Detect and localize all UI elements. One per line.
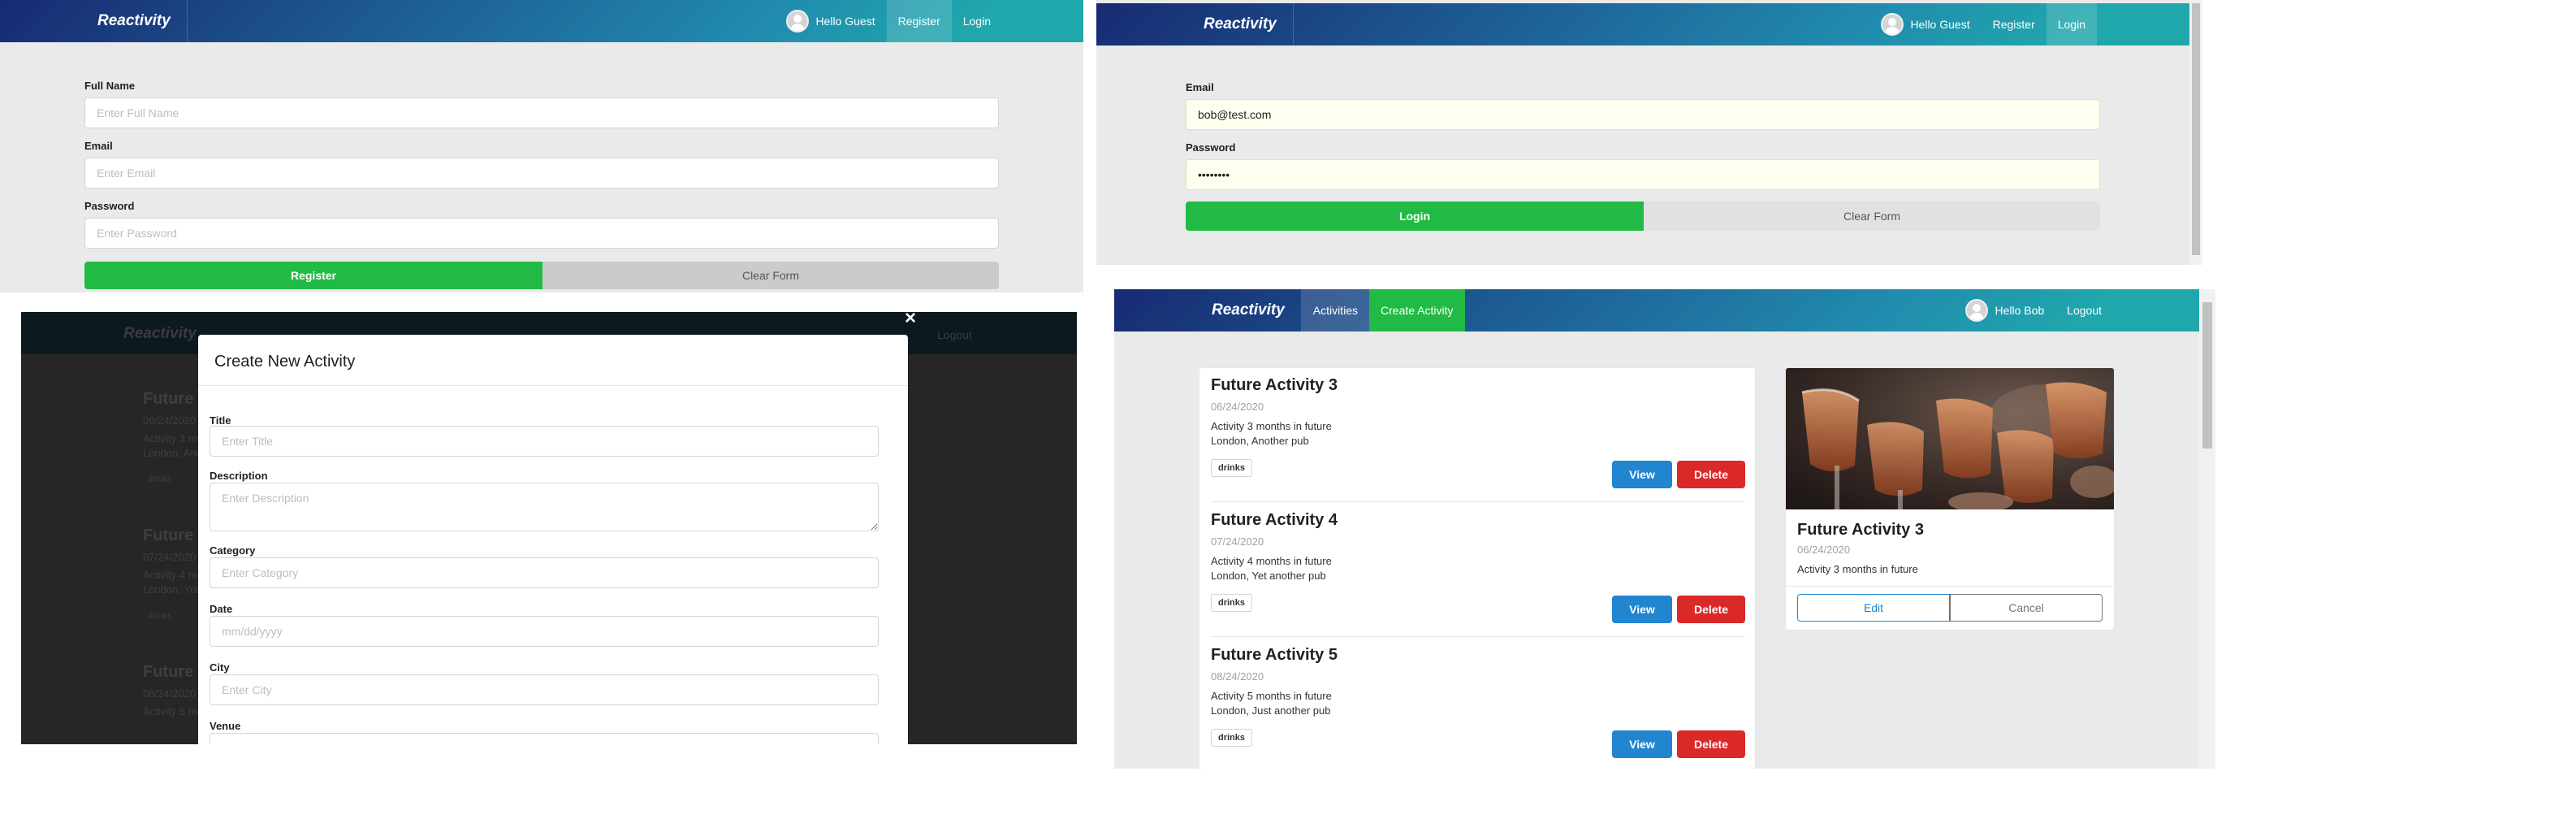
delete-button[interactable]: Delete [1677,461,1745,488]
description-label: Description [210,470,268,482]
view-button[interactable]: View [1612,461,1672,488]
scrollbar-thumb[interactable] [2192,3,2200,255]
full-name-label: Full Name [84,80,136,92]
activity-venue: London, Just another pub [1211,704,1331,717]
email-label: Email [1186,81,1214,93]
activity-venue: London, Another pub [1211,435,1309,447]
drinks-photo [1786,368,2114,509]
clear-form-button[interactable]: Clear Form [1644,202,2100,231]
list-divider [1211,501,1745,502]
activity-venue: London, Yet another pub [1211,570,1326,582]
nav-activities[interactable]: Activities [1301,289,1370,332]
date-input[interactable] [210,616,879,647]
user-menu[interactable]: Hello Guest [775,0,886,42]
user-avatar-icon [1965,299,1989,322]
category-input[interactable] [210,557,879,588]
nav-logout: Logout [937,328,972,341]
title-label: Title [210,414,231,427]
modal-title: Create New Activity [214,353,356,370]
city-input[interactable] [210,674,879,705]
description-input[interactable] [210,483,879,531]
scrollbar-thumb[interactable] [2202,302,2212,448]
nav-register[interactable]: Register [886,0,952,42]
register-button[interactable]: Register [84,262,542,289]
activity-description: Activity 4 months in future [1211,555,1332,567]
title-input[interactable] [210,426,879,457]
login-panel: Reactivity Hello Guest Register Login Em… [1096,0,2202,265]
clear-form-button[interactable]: Clear Form [542,262,999,289]
password-label: Password [1186,141,1236,154]
date-label: Date [210,603,233,615]
nav-logout[interactable]: Logout [2055,289,2113,332]
login-button[interactable]: Login [1186,202,1644,231]
activity-tag: drinks [148,611,172,621]
category-tag: drinks [1211,594,1253,612]
detail-description: Activity 3 months in future [1797,563,1918,575]
brand-logo[interactable]: Reactivity [1195,289,1302,332]
email-input[interactable] [1186,99,2100,130]
user-avatar-icon [1881,13,1904,36]
nav-login[interactable]: Login [2046,3,2097,46]
activity-date: 06/24/2020 [143,414,197,427]
delete-button[interactable]: Delete [1677,730,1745,758]
activity-title[interactable]: Future Activity 5 [1211,646,1338,665]
brand-logo: Reactivity [123,325,197,342]
activity-date: 07/24/2020 [143,551,197,563]
password-label: Password [84,200,135,212]
cancel-button[interactable]: Cancel [1950,594,2103,622]
city-label: City [210,661,230,674]
category-tag: drinks [1211,459,1253,477]
activity-date: 07/24/2020 [1211,535,1264,548]
register-panel: Reactivity Hello Guest Register Login Fu… [0,0,1083,292]
detail-date: 06/24/2020 [1797,544,1851,556]
nav-register[interactable]: Register [1982,3,2047,46]
activity-title[interactable]: Future Activity 3 [1211,376,1338,395]
brand-logo[interactable]: Reactivity [81,0,188,42]
activity-description: Activity 5 months in future [1211,690,1332,702]
password-input[interactable] [1186,159,2100,190]
modal-header-divider [198,385,908,386]
navbar: Reactivity Activities Create Activity He… [1114,289,2199,332]
user-avatar-icon [786,10,810,32]
activity-detail-card: Future Activity 3 06/24/2020 Activity 3 … [1785,367,2115,630]
full-name-input[interactable] [84,98,999,128]
password-input[interactable] [84,218,999,249]
activity-list: Future Activity 3 06/24/2020 Activity 3 … [1199,367,1756,769]
activity-date: 06/24/2020 [1211,401,1264,413]
activity-date: 08/24/2020 [143,687,197,700]
brand-logo[interactable]: Reactivity [1187,3,1294,46]
user-greeting: Hello Bob [1995,304,2045,317]
nav-create-activity[interactable]: Create Activity [1369,289,1465,332]
activity-date: 08/24/2020 [1211,670,1264,682]
create-activity-panel: Reactivity Logout Future Activity 3 06/2… [21,312,1077,744]
user-greeting: Hello Guest [815,15,875,28]
venue-input[interactable] [210,733,879,744]
edit-button[interactable]: Edit [1797,594,1950,622]
navbar: Reactivity Hello Guest Register Login [1096,3,2189,46]
user-greeting: Hello Guest [1910,18,1970,31]
view-button[interactable]: View [1612,596,1672,623]
email-label: Email [84,140,113,152]
activity-tag: drinks [148,474,172,484]
view-button[interactable]: View [1612,730,1672,758]
user-menu[interactable]: Hello Bob [1954,289,2055,332]
close-icon[interactable]: × [905,312,916,330]
email-input[interactable] [84,158,999,188]
venue-label: Venue [210,720,241,732]
navbar: Reactivity Hello Guest Register Login [0,0,1083,42]
category-tag: drinks [1211,729,1253,747]
detail-title: Future Activity 3 [1797,521,1924,539]
nav-login[interactable]: Login [952,0,1002,42]
delete-button[interactable]: Delete [1677,596,1745,623]
activity-description: Activity 3 months in future [1211,420,1332,432]
activity-title[interactable]: Future Activity 4 [1211,511,1338,530]
category-label: Category [210,544,256,557]
activities-dashboard-panel: Reactivity Activities Create Activity He… [1114,289,2215,769]
detail-divider [1786,586,2114,587]
create-activity-modal: Create New Activity Title Description Ca… [198,335,908,744]
activity-image [1786,368,2114,509]
user-menu[interactable]: Hello Guest [1869,3,1981,46]
list-divider [1211,636,1745,637]
